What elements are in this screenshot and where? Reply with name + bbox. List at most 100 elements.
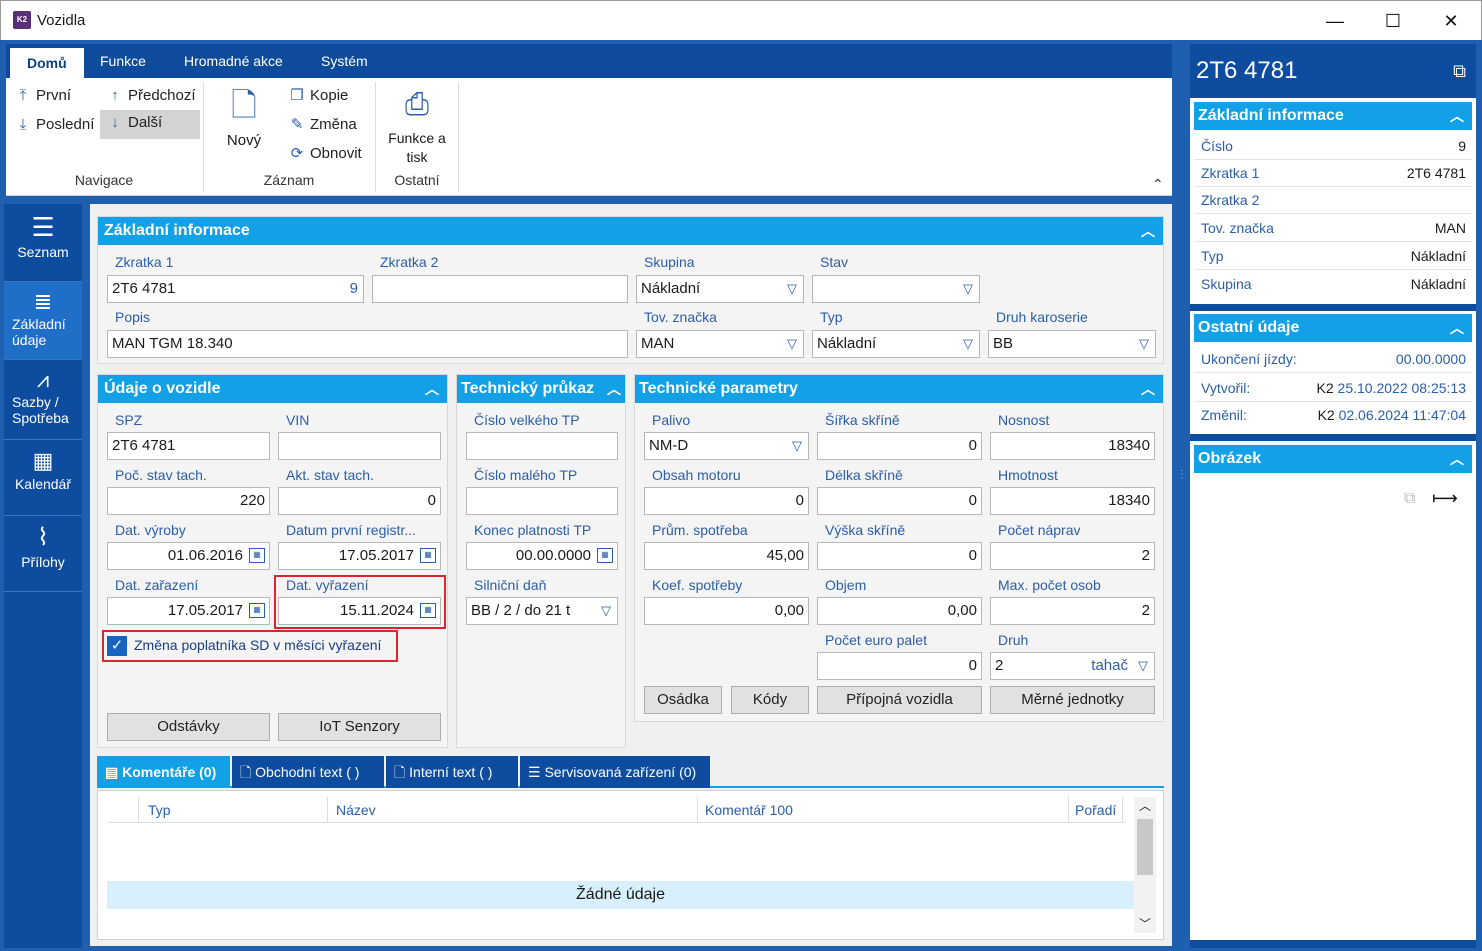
nav-kalendar[interactable]: ▦ Kalendář [4, 440, 82, 516]
maly-tp-label: Číslo malého TP [474, 467, 578, 483]
osadka-button[interactable]: Osádka [644, 686, 722, 714]
objem-field[interactable]: 0,00 [817, 597, 982, 625]
first-button[interactable]: ⤒ První [14, 83, 71, 109]
palety-field[interactable]: 0 [817, 652, 982, 680]
hmotnost-field[interactable]: 18340 [990, 487, 1155, 515]
tab-interni-text[interactable]: 🗋 Interní text ( ) [386, 756, 518, 788]
calendar-icon[interactable]: ▦ [420, 603, 436, 618]
copy-button[interactable]: ❐ Kopie [288, 83, 348, 109]
calendar-icon[interactable]: ▦ [420, 548, 436, 563]
collapse-chevron-icon[interactable]: ︿ [1450, 314, 1464, 342]
tab-servisovana-zarizeni[interactable]: ☰ Servisovaná zařízení (0) [520, 756, 710, 788]
collapse-chevron-icon[interactable]: ︿ [1450, 102, 1464, 130]
col-poradi[interactable]: Pořadí [1075, 797, 1123, 823]
right-row-zkratka1: Zkratka 1 2T6 4781 [1194, 160, 1472, 187]
odstavky-button[interactable]: Odstávky [107, 713, 270, 741]
vertical-scrollbar[interactable]: ︿ ﹀ [1134, 797, 1156, 933]
silnicni-dan-select[interactable]: BB / 2 / do 21 t ▽ [466, 597, 618, 625]
calendar-icon[interactable]: ▦ [249, 603, 265, 618]
calendar-icon[interactable]: ▦ [249, 548, 265, 563]
col-nazev[interactable]: Název [336, 797, 698, 823]
refresh-button[interactable]: ⟳ Obnovit [288, 141, 362, 167]
popis-field[interactable]: MAN TGM 18.340 [107, 330, 628, 358]
dat-vyroby-field[interactable]: 01.06.2016 ▦ [107, 542, 270, 570]
nav-prilohy[interactable]: ⌇ Přílohy [4, 516, 82, 592]
calendar-icon[interactable]: ▦ [597, 548, 613, 563]
kody-button[interactable]: Kódy [731, 686, 809, 714]
delka-field[interactable]: 0 [817, 487, 982, 515]
karoserie-select[interactable]: BB ▽ [988, 330, 1156, 358]
koef-field[interactable]: 0,00 [644, 597, 809, 625]
prev-button[interactable]: ↑ Předchozí [106, 83, 195, 109]
nav-seznam[interactable]: ☰ Seznam [4, 204, 82, 282]
spz-field[interactable]: 2T6 4781 [107, 432, 270, 460]
print-button[interactable]: ⎙ Funkce a tisk [381, 86, 453, 167]
druh-select[interactable]: 2 tahač ▽ [990, 652, 1155, 680]
new-button[interactable]: 🗋 Nový [214, 86, 274, 149]
iot-senzory-button[interactable]: IoT Senzory [278, 713, 441, 741]
splitter-handle[interactable]: ⋮ [1177, 470, 1187, 500]
comment-icon: ▤ [105, 764, 123, 780]
maximize-button[interactable]: ☐ [1364, 1, 1422, 41]
sirka-field[interactable]: 0 [817, 432, 982, 460]
merne-jednotky-button[interactable]: Měrné jednotky [990, 686, 1155, 714]
poc-tach-field[interactable]: 220 [107, 487, 270, 515]
nav-sazby-spotreba[interactable]: ⩘ Sazby / Spotřeba [4, 360, 82, 440]
fit-width-icon[interactable]: ⟼ [1432, 488, 1458, 509]
maly-tp-field[interactable] [466, 487, 618, 515]
scroll-down-icon[interactable]: ﹀ [1134, 915, 1156, 933]
col-typ[interactable]: Typ [148, 797, 328, 823]
prvni-reg-field[interactable]: 17.05.2017 ▦ [278, 542, 441, 570]
minimize-button[interactable]: — [1306, 1, 1364, 41]
sirka-label: Šířka skříně [825, 412, 900, 428]
next-button[interactable]: ↓ Další [100, 110, 200, 139]
silnicni-dan-label: Silniční daň [474, 577, 547, 593]
typ-select[interactable]: Nákladní ▽ [812, 330, 980, 358]
napravy-field[interactable]: 2 [990, 542, 1155, 570]
collapse-chevron-icon[interactable]: ︿ [425, 375, 439, 403]
zkratka1-field[interactable]: 2T6 4781 9 [107, 275, 364, 303]
dat-vyrazeni-field[interactable]: 15.11.2024 ▦ [278, 597, 441, 625]
collapse-chevron-icon[interactable]: ︿ [1141, 217, 1155, 245]
palivo-select[interactable]: NM-D ▽ [644, 432, 809, 460]
chart-icon: ⩘ [36, 367, 50, 392]
collapse-chevron-icon[interactable]: ︿ [1141, 375, 1155, 403]
popout-icon[interactable]: ⧉ [1453, 44, 1466, 98]
nosnost-field[interactable]: 18340 [990, 432, 1155, 460]
skupina-select[interactable]: Nákladní ▽ [636, 275, 804, 303]
close-button[interactable]: ✕ [1422, 1, 1480, 41]
obsah-field[interactable]: 0 [644, 487, 809, 515]
zkratka1-label: Zkratka 1 [115, 254, 174, 270]
stav-label: Stav [820, 254, 849, 270]
prum-spotreba-field[interactable]: 45,00 [644, 542, 809, 570]
collapse-ribbon-icon[interactable]: ⌃ [1152, 176, 1164, 193]
scroll-thumb[interactable] [1137, 819, 1153, 875]
velky-tp-field[interactable] [466, 432, 618, 460]
tab-komentare[interactable]: ▤ Komentáře (0) [97, 756, 230, 788]
tab-funkce[interactable]: Funkce [83, 44, 163, 78]
akt-tach-field[interactable]: 0 [278, 487, 441, 515]
collapse-chevron-icon[interactable]: ︿ [607, 375, 621, 403]
change-button[interactable]: ✎ Změna [288, 112, 357, 138]
pripojna-vozidla-button[interactable]: Přípojná vozidla [817, 686, 982, 714]
stav-select[interactable]: ▽ [812, 275, 980, 303]
tab-domu[interactable]: Domů [10, 48, 84, 78]
nav-zakladni-udaje[interactable]: ≣ Základní údaje [4, 282, 82, 360]
vyska-field[interactable]: 0 [817, 542, 982, 570]
vin-field[interactable] [278, 432, 441, 460]
last-button[interactable]: ⤓ Poslední [14, 112, 95, 138]
dat-zarazeni-field[interactable]: 17.05.2017 ▦ [107, 597, 270, 625]
zkratka2-field[interactable] [372, 275, 628, 303]
konec-tp-field[interactable]: 00.00.0000 ▦ [466, 542, 618, 570]
checkbox-zmena-poplatnika[interactable]: ✓ [107, 636, 127, 656]
collapse-chevron-icon[interactable]: ︿ [1450, 445, 1464, 473]
scroll-up-icon[interactable]: ︿ [1134, 797, 1156, 815]
dat-vyroby-label: Dat. výroby [115, 522, 186, 538]
col-komentar[interactable]: Komentář 100 [705, 797, 1069, 823]
open-image-icon[interactable]: ⧉ [1404, 490, 1415, 508]
tab-system[interactable]: Systém [304, 44, 385, 78]
znacka-select[interactable]: MAN ▽ [636, 330, 804, 358]
tab-hromadne-akce[interactable]: Hromadné akce [167, 44, 300, 78]
tab-obchodni-text[interactable]: 🗋 Obchodní text ( ) [232, 756, 384, 788]
osoby-field[interactable]: 2 [990, 597, 1155, 625]
